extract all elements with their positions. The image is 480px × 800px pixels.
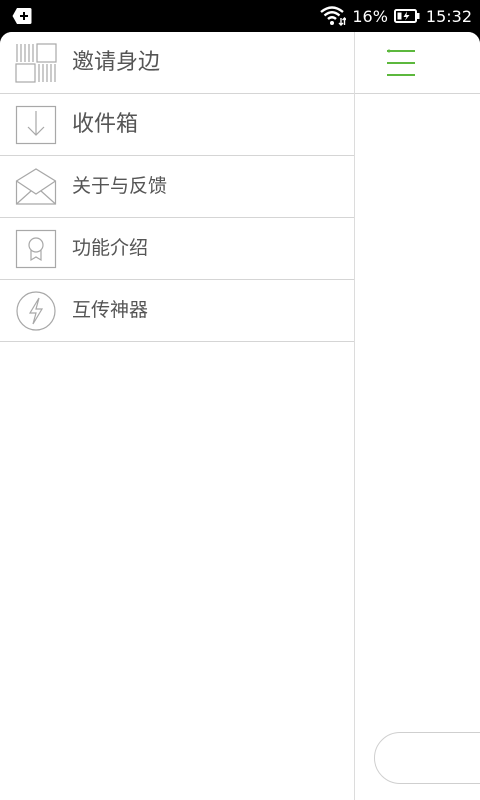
menu-item-label: 功能介绍 [72, 237, 149, 259]
menu-item-about-feedback[interactable]: 关于与反馈 [0, 156, 354, 218]
notification-add-icon [12, 8, 32, 24]
hamburger-menu-icon[interactable] [386, 48, 416, 78]
action-pill-button[interactable] [374, 732, 480, 784]
app-window: 邀请身边 收件箱 关于与反馈 功能介绍 互传神器 [0, 32, 480, 800]
lightning-icon [16, 291, 56, 331]
menu-item-label: 收件箱 [72, 112, 139, 137]
navigation-drawer: 邀请身边 收件箱 关于与反馈 功能介绍 互传神器 [0, 32, 355, 800]
clock-time: 15:32 [425, 6, 472, 26]
battery-charging-icon [393, 9, 420, 23]
main-content [355, 32, 480, 800]
status-right: 16% 15:32 [320, 0, 472, 32]
menu-item-label: 邀请身边 [72, 50, 161, 75]
qr-grid-icon [15, 43, 57, 83]
menu-item-invite-nearby[interactable]: 邀请身边 [0, 32, 354, 94]
menu-item-label: 关于与反馈 [72, 175, 168, 197]
menu-item-label: 互传神器 [72, 299, 149, 321]
status-bar: 16% 15:32 [0, 0, 480, 32]
award-badge-icon [15, 229, 57, 269]
menu-item-feature-intro[interactable]: 功能介绍 [0, 218, 354, 280]
battery-percent: 16% [352, 6, 388, 26]
wifi-icon [320, 6, 347, 26]
download-tray-icon [15, 105, 57, 145]
main-header [355, 32, 480, 94]
menu-item-transfer-tool[interactable]: 互传神器 [0, 280, 354, 342]
envelope-icon [15, 168, 57, 205]
menu-item-inbox[interactable]: 收件箱 [0, 94, 354, 156]
